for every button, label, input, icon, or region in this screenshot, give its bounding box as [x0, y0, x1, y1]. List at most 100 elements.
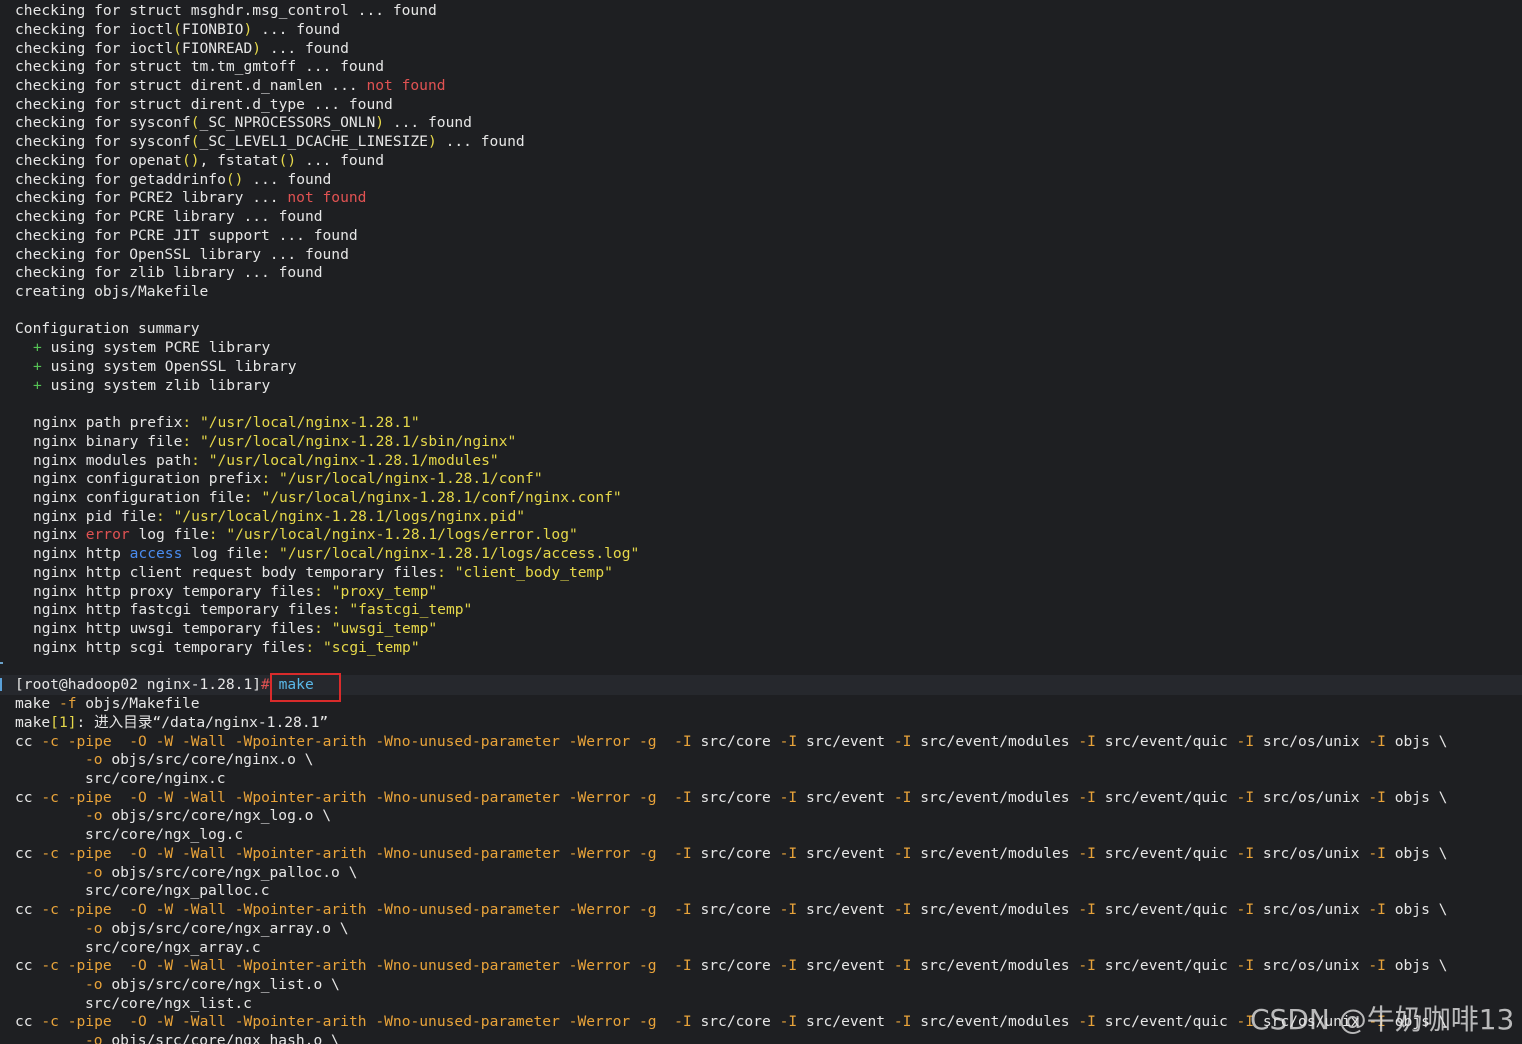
ellipsis: ...	[243, 170, 288, 188]
colon: :	[156, 507, 165, 525]
path-label: nginx path prefix	[33, 414, 183, 432]
check-line: checking for struct dirent.d_type ... fo…	[15, 96, 393, 115]
path-line: nginx configuration file: "/usr/local/ng…	[33, 489, 622, 508]
check-line: checking for sysconf(_SC_LEVEL1_DCACHE_L…	[15, 133, 525, 152]
check-line: checking for PCRE library ... found	[15, 208, 323, 227]
check-line: checking for openat(), fstatat() ... fou…	[15, 152, 384, 171]
check-status: found	[296, 20, 341, 38]
cc-word: cc	[15, 844, 42, 862]
check-label: checking for PCRE JIT support ...	[15, 226, 314, 244]
output-flag: -o	[85, 807, 103, 825]
path-line: nginx binary file: "/usr/local/nginx-1.2…	[33, 433, 516, 452]
check-label: checking for struct tm.tm_gmtoff ...	[15, 58, 341, 76]
paren: ()	[278, 151, 297, 169]
include-flag: -I	[1236, 732, 1255, 750]
cc-flag: -g	[638, 844, 657, 862]
prompt-marker	[0, 678, 2, 691]
check-status: found	[304, 245, 349, 263]
path-label: nginx http	[33, 545, 130, 563]
output-flag: -o	[85, 976, 103, 993]
check-status: found	[340, 58, 385, 76]
colon: :	[243, 489, 253, 506]
include-flag: -I	[674, 788, 692, 806]
paren: )	[375, 114, 385, 132]
path-value: "/usr/local/nginx-1.28.1/conf"	[270, 470, 543, 488]
path-line: nginx http scgi temporary files: "scgi_t…	[33, 639, 420, 658]
make-dir-text: : 进入目录“/data/nginx-1.28.1”	[76, 713, 329, 731]
cc-flag: -c	[41, 901, 59, 918]
path-value: "uwsgi_temp"	[322, 620, 438, 638]
colon: :	[437, 563, 446, 581]
source-file: src/core/ngx_list.c	[85, 994, 252, 1012]
cc-word: cc	[15, 732, 42, 750]
include-flag: -I	[779, 957, 798, 975]
include-flag: -I	[779, 844, 798, 862]
cc-flag: -pipe	[67, 957, 112, 975]
cc-flag: -Wall	[182, 844, 226, 862]
path-line: nginx http client request body temporary…	[33, 564, 613, 583]
include-flag: -I	[674, 844, 692, 862]
paren: (	[190, 114, 200, 132]
make-word: make	[15, 695, 59, 712]
check-label: checking for ioctl	[15, 20, 174, 38]
check-status: found	[278, 264, 323, 282]
path-keyword: error	[85, 526, 130, 544]
path-label: nginx modules path	[33, 451, 192, 469]
path-line: nginx configuration prefix: "/usr/local/…	[33, 470, 543, 489]
cc-output-line: -o objs/src/core/ngx_hash.o \	[85, 1032, 340, 1044]
cc-word: cc	[15, 901, 42, 918]
cc-flag: -O	[129, 957, 147, 975]
include-path: src/core	[691, 844, 771, 862]
include-path: objs \	[1385, 844, 1448, 862]
check-status: found	[304, 39, 349, 57]
check-arg: _SC_NPROCESSORS_ONLN	[199, 114, 376, 132]
cc-flag: -Wpointer-arith	[234, 844, 367, 862]
cc-flag: -W	[155, 957, 174, 975]
cc-flag: -O	[129, 1013, 147, 1031]
path-value: "/usr/local/nginx-1.28.1/sbin/nginx"	[191, 432, 517, 450]
ellipsis: ...	[384, 114, 428, 132]
check-line: checking for ioctl(FIONREAD) ... found	[15, 40, 349, 59]
cc-flag: -W	[155, 844, 174, 862]
check-status: not found	[287, 189, 367, 207]
include-path: src/event	[797, 732, 886, 750]
cc-output-line: -o objs/src/core/ngx_array.o \	[85, 920, 349, 939]
include-flag: -I	[779, 788, 798, 806]
path-line: nginx http uwsgi temporary files: "uwsgi…	[33, 620, 437, 639]
include-flag: -I	[1236, 957, 1255, 975]
summary-item: + using system PCRE library	[33, 339, 270, 358]
include-path: src/os/unix	[1254, 788, 1360, 806]
cc-flag: -Wpointer-arith	[234, 788, 367, 806]
check-line: checking for OpenSSL library ... found	[15, 246, 349, 265]
include-path: src/event	[797, 901, 886, 918]
include-flag: -I	[893, 957, 912, 975]
include-flag: -I	[1078, 957, 1096, 975]
plus-icon: +	[33, 357, 42, 375]
prompt-hash: #	[261, 676, 270, 694]
path-value: "/usr/local/nginx-1.28.1/logs/error.log"	[217, 526, 578, 544]
terminal-window[interactable]: checking for struct msghdr.msg_control .…	[0, 0, 1522, 1044]
path-line: nginx path prefix: "/usr/local/nginx-1.2…	[33, 414, 420, 433]
include-path: src/event/modules	[911, 901, 1070, 918]
path-label: log file	[182, 545, 262, 563]
cc-flag: -Wno-unused-parameter	[375, 1013, 560, 1031]
include-flag: -I	[1078, 1013, 1096, 1031]
check-label: checking for ioctl	[15, 39, 174, 57]
summary-item: + using system OpenSSL library	[33, 358, 297, 377]
include-flag: -I	[1368, 957, 1386, 975]
